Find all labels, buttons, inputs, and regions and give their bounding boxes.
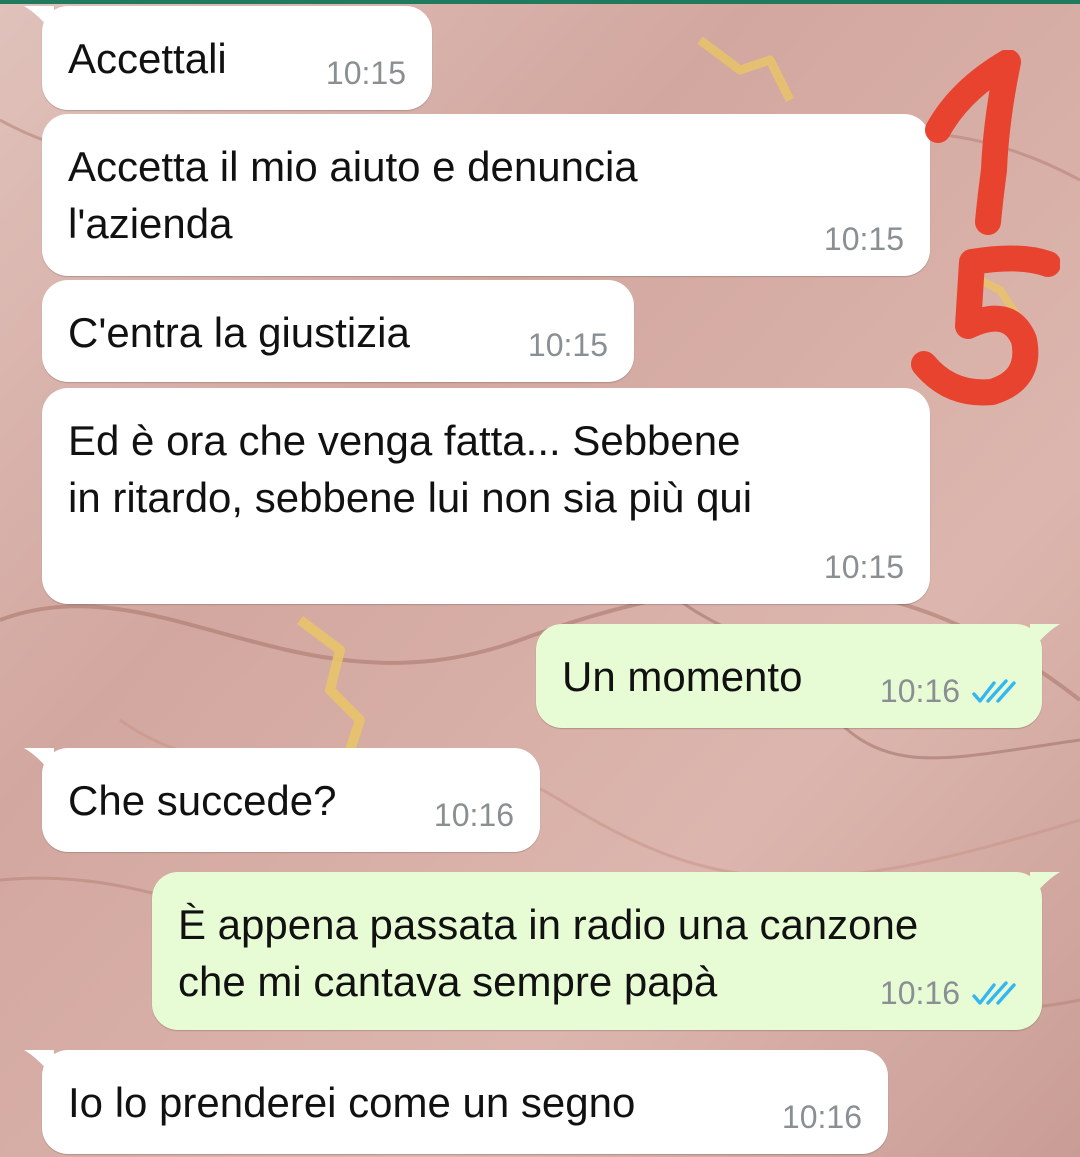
incoming-message[interactable]: C'entra la giustizia 10:15: [42, 280, 634, 382]
message-text: Accetta il mio aiuto e denuncia l'aziend…: [68, 143, 638, 247]
message-time: 10:16: [879, 673, 960, 709]
handwritten-annotation: [911, 50, 1060, 406]
incoming-message[interactable]: Io lo prenderei come un segno 10:16: [24, 1050, 888, 1154]
message-time: 10:16: [781, 1099, 862, 1135]
bubble-tail: [24, 748, 54, 776]
message-time: 10:15: [527, 327, 608, 363]
outgoing-message[interactable]: Un momento 10:16: [536, 624, 1060, 728]
message-time: 10:15: [823, 549, 904, 585]
double-check-read-icon: [972, 980, 1016, 1005]
bubble-tail: [24, 6, 54, 34]
message-time: 10:16: [879, 975, 960, 1011]
message-text: Ed è ora che venga fatta... Sebbene in r…: [68, 417, 753, 521]
incoming-message[interactable]: Ed è ora che venga fatta... Sebbene in r…: [42, 388, 930, 604]
incoming-message[interactable]: Accettali 10:15: [24, 6, 432, 110]
bubble-tail: [1030, 872, 1060, 900]
annotation-digit-5: [911, 245, 1060, 406]
message-time: 10:15: [325, 55, 406, 91]
bubble-tail: [24, 1050, 54, 1078]
annotation-digit-1: [925, 50, 1021, 235]
message-text: Io lo prenderei come un segno: [68, 1079, 636, 1126]
incoming-message[interactable]: Che succede? 10:16: [24, 748, 540, 852]
bubble-tail: [1030, 624, 1060, 652]
outgoing-message[interactable]: È appena passata in radio una canzone ch…: [152, 872, 1060, 1030]
double-check-read-icon: [972, 678, 1016, 703]
message-time: 10:16: [433, 797, 514, 833]
message-time: 10:15: [823, 221, 904, 257]
incoming-message[interactable]: Accetta il mio aiuto e denuncia l'aziend…: [42, 114, 930, 276]
